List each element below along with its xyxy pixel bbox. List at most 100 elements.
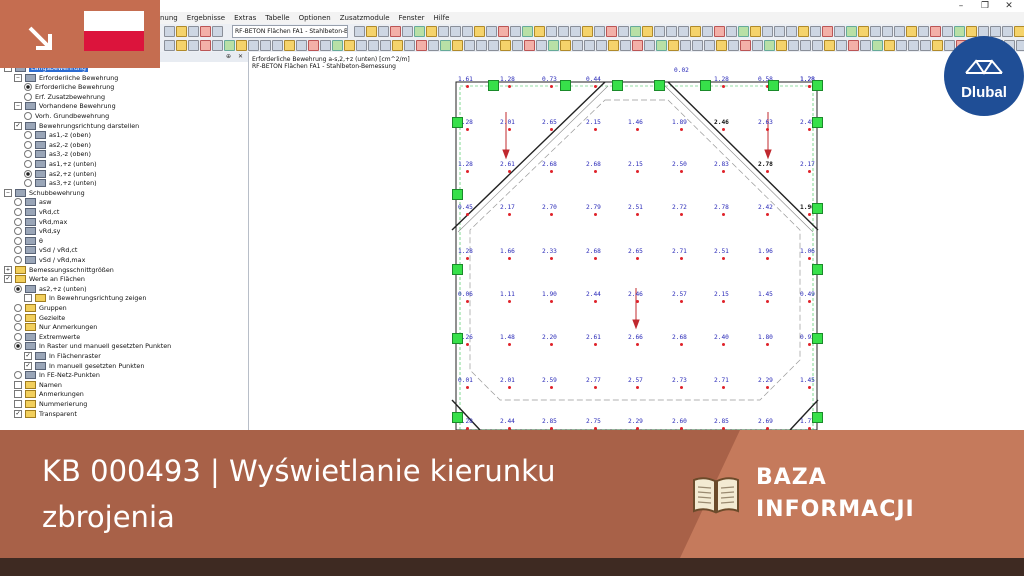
grid-point: [636, 213, 639, 216]
support-node: [452, 333, 463, 344]
grid-point: [466, 257, 469, 260]
result-value: 0.06: [458, 291, 473, 298]
grid-point: [722, 257, 725, 260]
grid-point: [766, 128, 769, 131]
grid-point: [594, 128, 597, 131]
grid-point: [808, 386, 811, 389]
grid-point: [594, 300, 597, 303]
grid-point: [766, 170, 769, 173]
result-value: 2.01: [500, 119, 515, 126]
result-value: 2.57: [628, 377, 643, 384]
result-value: 0.44: [586, 76, 601, 83]
result-value: 1.61: [458, 76, 473, 83]
grid-point: [680, 213, 683, 216]
grid-point: [636, 300, 639, 303]
support-node: [488, 80, 499, 91]
grid-point: [680, 386, 683, 389]
grid-point: [766, 300, 769, 303]
result-value: 2.65: [628, 248, 643, 255]
result-value: 2.83: [714, 161, 729, 168]
grid-point: [722, 343, 725, 346]
grid-point: [722, 128, 725, 131]
result-value: 2.59: [542, 377, 557, 384]
grid-point: [508, 257, 511, 260]
result-value: 1.66: [500, 248, 515, 255]
support-node: [452, 117, 463, 128]
result-value: 2.70: [542, 204, 557, 211]
result-value: 2.60: [672, 418, 687, 425]
result-value: 0.01: [458, 377, 473, 384]
grid-point: [466, 300, 469, 303]
article-title: KB 000493 | Wyświetlanie kierunku zbroje…: [42, 454, 556, 534]
result-value: 1.90: [542, 291, 557, 298]
result-value: 1.89: [672, 119, 687, 126]
result-value: 1.96: [758, 248, 773, 255]
result-value: 2.61: [500, 161, 515, 168]
result-value: 2.72: [672, 204, 687, 211]
grid-point: [766, 257, 769, 260]
result-value: 0.73: [542, 76, 557, 83]
result-value: 1.06: [800, 248, 815, 255]
support-node: [812, 412, 823, 423]
result-value: 2.29: [628, 418, 643, 425]
grid-point: [594, 85, 597, 88]
grid-point: [808, 257, 811, 260]
result-value: 1.11: [500, 291, 515, 298]
grid-point: [808, 170, 811, 173]
grid-point: [594, 386, 597, 389]
result-value: 2.50: [672, 161, 687, 168]
grid-point: [550, 85, 553, 88]
grid-point: [466, 170, 469, 173]
result-value: 2.17: [500, 204, 515, 211]
result-value: 2.29: [758, 377, 773, 384]
grid-point: [722, 386, 725, 389]
bottom-strip: [0, 558, 1024, 576]
result-value: 1.28: [458, 161, 473, 168]
support-node: [812, 117, 823, 128]
grid-point: [808, 213, 811, 216]
grid-point: [808, 85, 811, 88]
logo-text: Dlubal: [961, 84, 1007, 101]
support-node: [700, 80, 711, 91]
grid-point: [636, 386, 639, 389]
book-icon: [693, 477, 739, 514]
grid-point: [508, 300, 511, 303]
grid-point: [766, 213, 769, 216]
grid-point: [636, 257, 639, 260]
result-value: 2.15: [586, 119, 601, 126]
result-value: 2.40: [714, 334, 729, 341]
grid-point: [808, 128, 811, 131]
top-center-value: 0.02: [674, 67, 689, 74]
result-value: 2.73: [672, 377, 687, 384]
support-node: [654, 80, 665, 91]
support-node: [452, 189, 463, 200]
grid-point: [508, 386, 511, 389]
result-value: 2.57: [672, 291, 687, 298]
result-value: 2.85: [714, 418, 729, 425]
grid-point: [508, 213, 511, 216]
result-value: 2.79: [586, 204, 601, 211]
result-value: 2.15: [628, 161, 643, 168]
result-value: 2.71: [714, 377, 729, 384]
grid-point: [722, 170, 725, 173]
grid-point: [466, 343, 469, 346]
grid-point: [594, 257, 597, 260]
grid-point: [808, 300, 811, 303]
result-value: 2.68: [672, 334, 687, 341]
grid-point: [722, 213, 725, 216]
support-node: [812, 80, 823, 91]
grid-point: [550, 213, 553, 216]
grid-point: [508, 343, 511, 346]
result-value: 2.71: [672, 248, 687, 255]
grid-point: [508, 170, 511, 173]
grid-point: [594, 343, 597, 346]
result-value: 2.75: [586, 418, 601, 425]
support-node: [560, 80, 571, 91]
category-label: BAZA INFORMACJI: [756, 465, 915, 522]
grid-point: [722, 300, 725, 303]
result-value: 2.33: [542, 248, 557, 255]
grid-point: [550, 386, 553, 389]
result-value: 2.85: [542, 418, 557, 425]
result-value: 1.46: [628, 119, 643, 126]
support-node: [812, 264, 823, 275]
